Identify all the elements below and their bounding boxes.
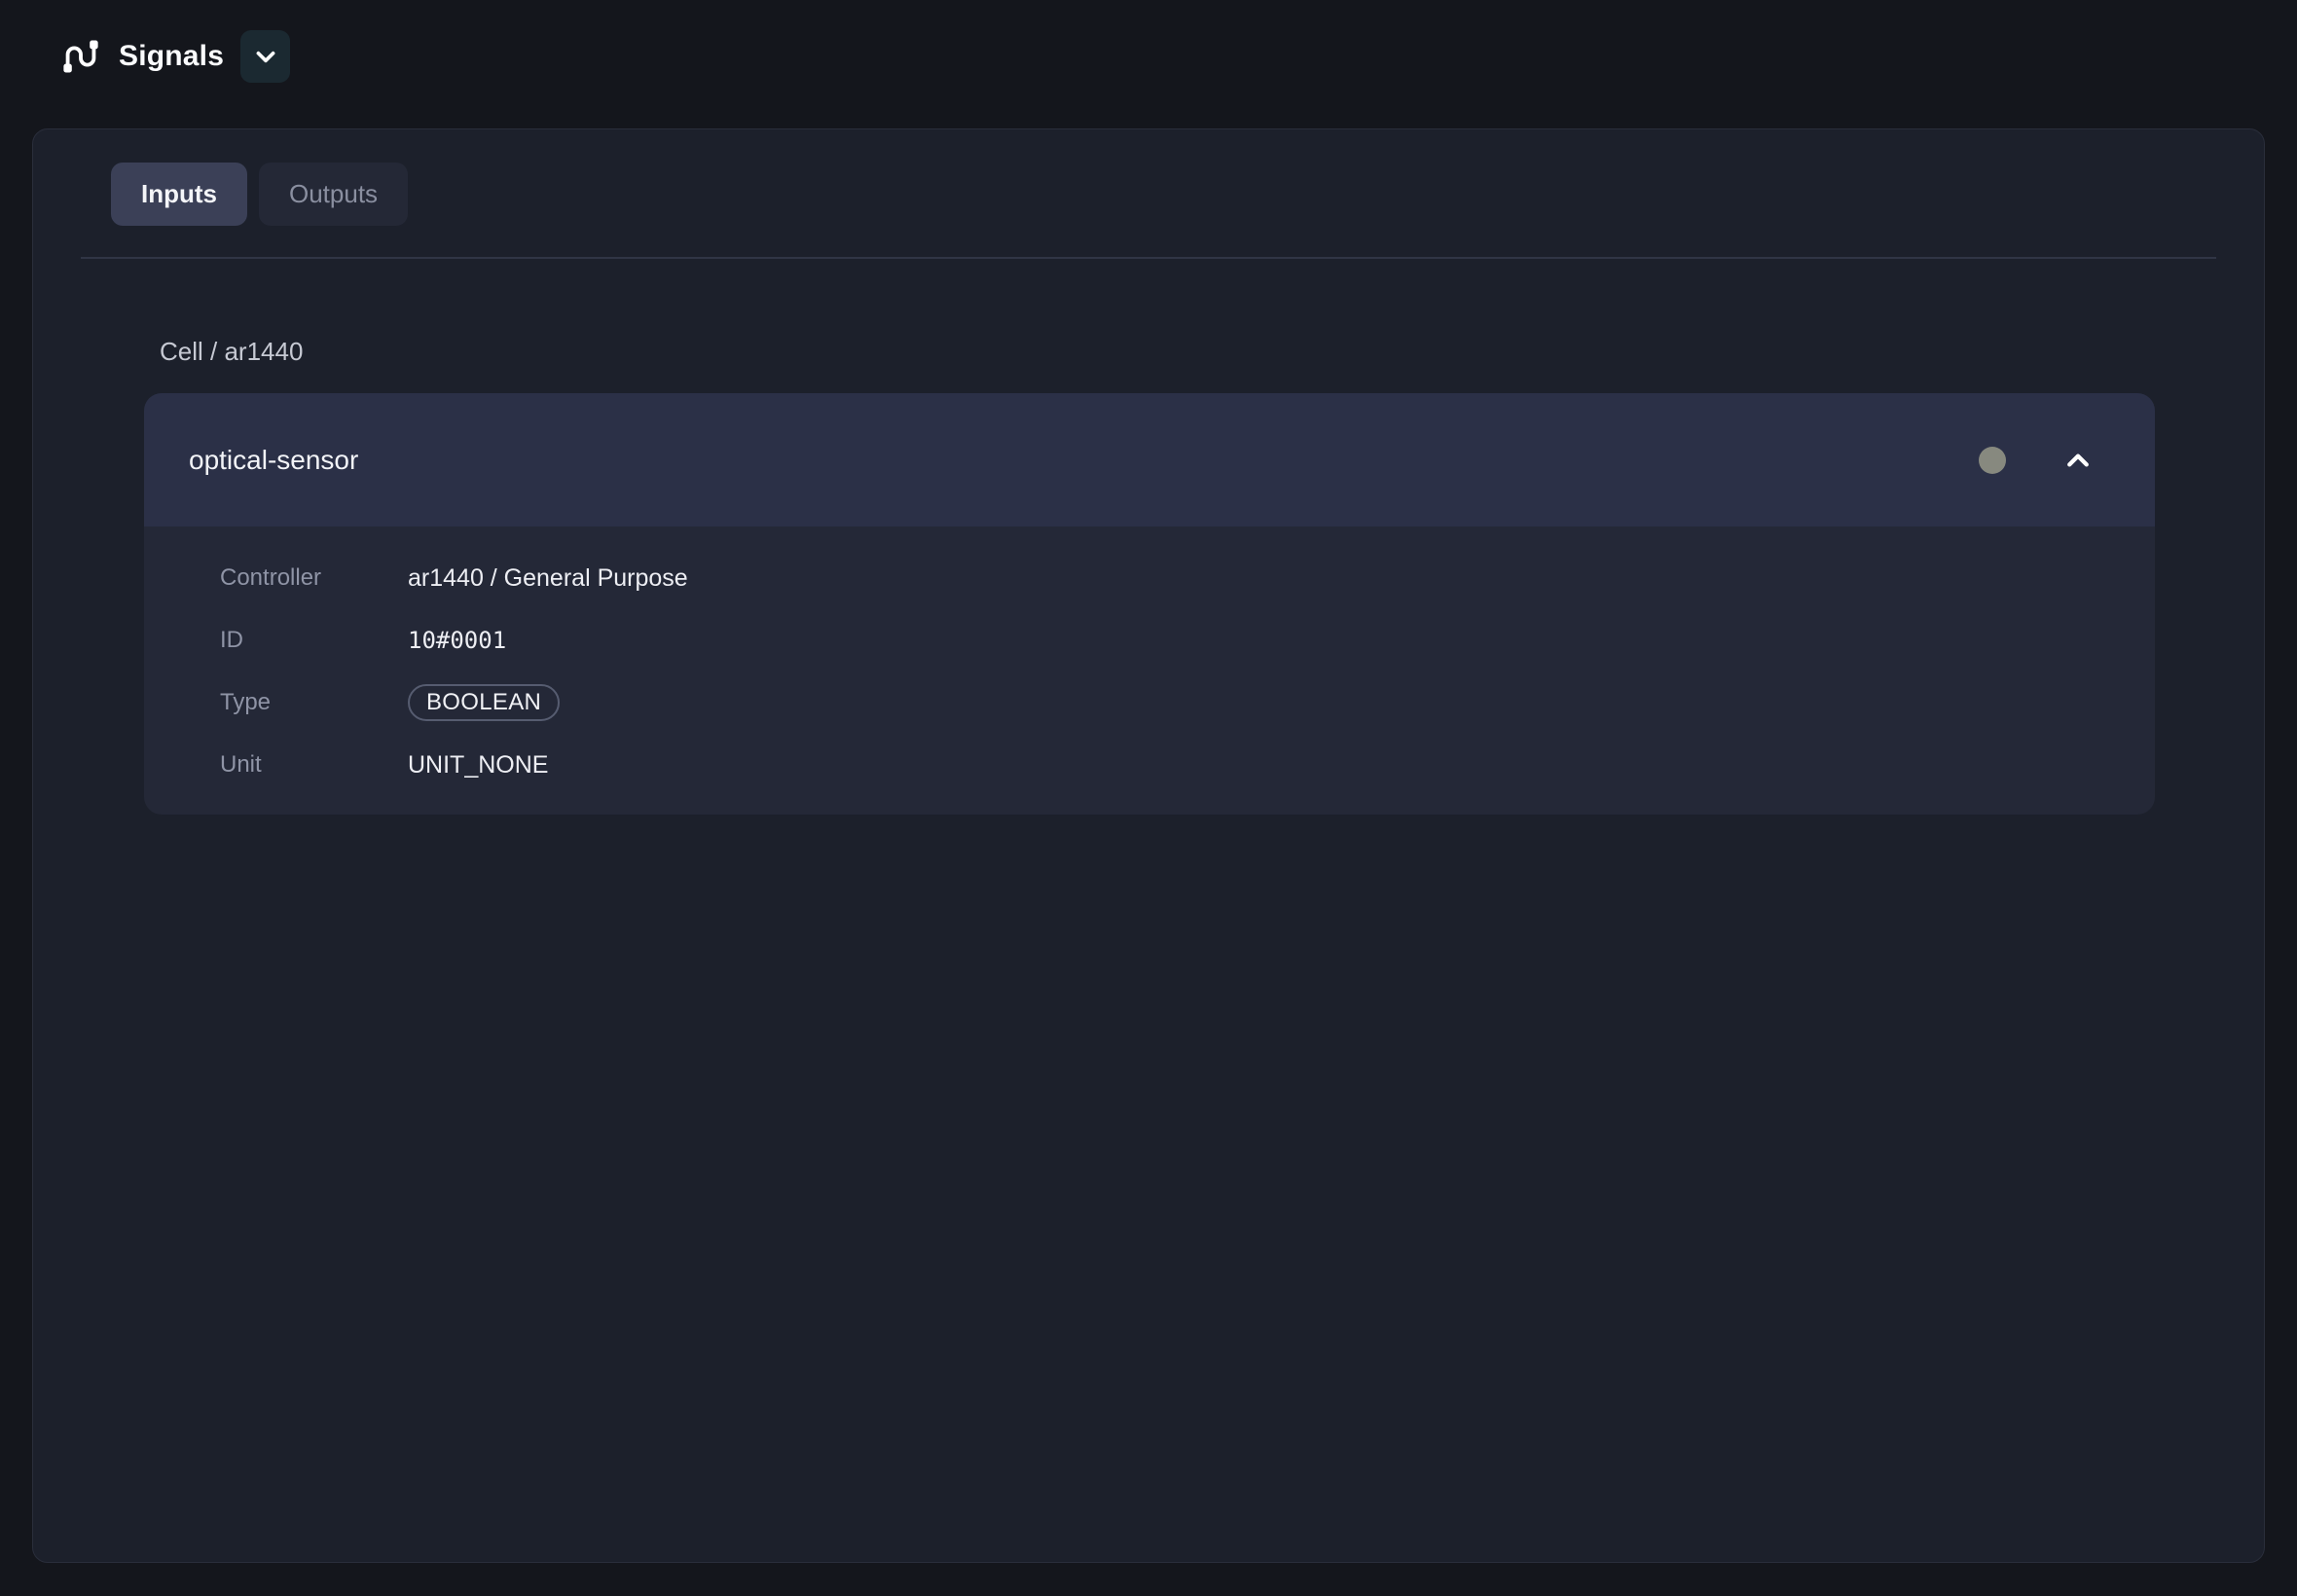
page-title: Signals [119,40,224,73]
signal-card: optical-sensor Controller ar1440 / Gener… [144,393,2155,815]
signals-panel: Inputs Outputs Cell / ar1440 optical-sen… [32,128,2265,1563]
header-dropdown-button[interactable] [240,30,290,83]
status-dot [1979,447,2006,474]
signal-card-body: Controller ar1440 / General Purpose ID 1… [144,526,2155,796]
detail-row-unit: Unit UNIT_NONE [144,734,2155,796]
type-badge: BOOLEAN [408,684,560,721]
topbar: Signals [58,29,290,84]
tab-divider [81,257,2216,259]
cable-icon [58,34,103,79]
detail-row-controller: Controller ar1440 / General Purpose [144,547,2155,609]
tab-bar: Inputs Outputs [111,163,408,226]
tab-inputs[interactable]: Inputs [111,163,247,226]
controller-value: ar1440 / General Purpose [408,564,2155,593]
detail-row-type: Type BOOLEAN [144,671,2155,734]
unit-value: UNIT_NONE [408,751,2155,780]
detail-label: Type [220,689,408,716]
detail-label: Unit [220,751,408,779]
chevron-down-icon [253,44,278,69]
chevron-up-icon[interactable] [2063,446,2093,475]
id-value: 10#0001 [408,627,2155,654]
signal-name: optical-sensor [189,445,1979,476]
detail-row-id: ID 10#0001 [144,609,2155,671]
tab-outputs[interactable]: Outputs [259,163,408,226]
detail-label: Controller [220,564,408,592]
signal-card-header[interactable]: optical-sensor [144,393,2155,526]
detail-label: ID [220,627,408,654]
breadcrumb: Cell / ar1440 [160,336,303,367]
